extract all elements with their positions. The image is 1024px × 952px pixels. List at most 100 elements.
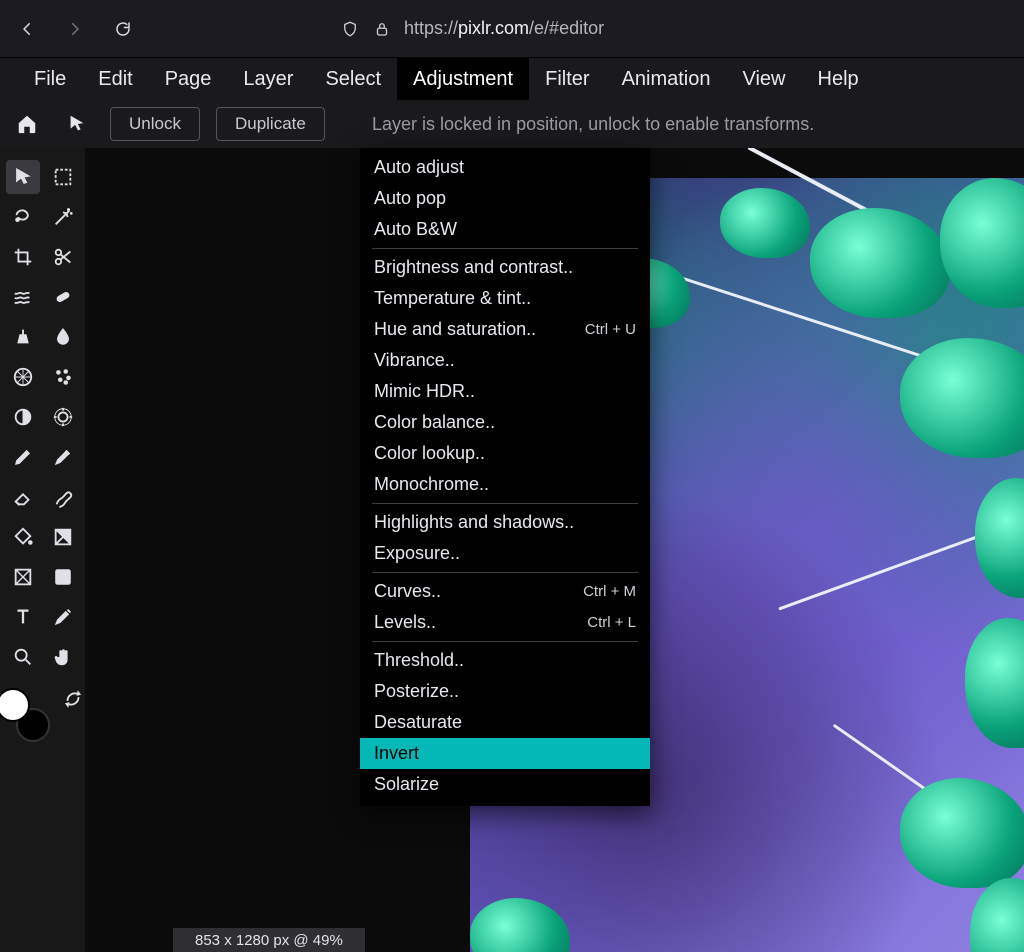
menuitem-label: Posterize.. (374, 681, 459, 702)
forward-button[interactable] (62, 16, 88, 42)
menuitem-label: Solarize (374, 774, 439, 795)
menuitem-label: Curves.. (374, 581, 441, 602)
tool-zoom[interactable] (6, 640, 40, 674)
tool-gradient[interactable] (46, 520, 80, 554)
menuitem-shortcut: Ctrl + U (585, 321, 636, 338)
tool-paint[interactable] (46, 480, 80, 514)
menuitem-highlights-and-shadows[interactable]: Highlights and shadows.. (360, 507, 650, 538)
menuitem-hue-and-saturation[interactable]: Hue and saturation.. Ctrl + U (360, 314, 650, 345)
menuitem-solarize[interactable]: Solarize (360, 769, 650, 800)
status-text: 853 x 1280 px @ 49% (195, 932, 343, 949)
menu-filter[interactable]: Filter (529, 58, 605, 100)
menu-separator (372, 572, 638, 573)
tool-pixelate[interactable] (6, 360, 40, 394)
tool-disperse[interactable] (46, 360, 80, 394)
tool-fill[interactable] (6, 520, 40, 554)
menuitem-label: Temperature & tint.. (374, 288, 531, 309)
adjustment-menu: Auto adjust Auto pop Auto B&W Brightness an… (360, 148, 650, 806)
tool-hand[interactable] (46, 640, 80, 674)
tool-dodge[interactable] (6, 400, 40, 434)
menuitem-label: Color balance.. (374, 412, 495, 433)
menuitem-label: Brightness and contrast.. (374, 257, 573, 278)
menu-help[interactable]: Help (802, 58, 875, 100)
menuitem-invert[interactable]: Invert (360, 738, 650, 769)
menuitem-label: Auto adjust (374, 157, 464, 178)
duplicate-button[interactable]: Duplicate (216, 107, 325, 141)
menuitem-desaturate[interactable]: Desaturate (360, 707, 650, 738)
tool-sharpen[interactable] (46, 400, 80, 434)
app-menubar: FileEditPageLayerSelectAdjustmentFilterA… (0, 58, 1024, 100)
menu-edit[interactable]: Edit (82, 58, 148, 100)
tool-sidebar (0, 148, 85, 952)
browser-chrome: https://pixlr.com/e/#editor (0, 0, 1024, 58)
unlock-button[interactable]: Unlock (110, 107, 200, 141)
tool-shape[interactable] (6, 560, 40, 594)
tool-brush[interactable] (46, 440, 80, 474)
tool-frame[interactable] (46, 560, 80, 594)
menuitem-color-lookup[interactable]: Color lookup.. (360, 438, 650, 469)
swatch-fg[interactable] (0, 688, 30, 722)
address-bar[interactable]: https://pixlr.com/e/#editor (340, 18, 1010, 39)
tool-text[interactable] (6, 600, 40, 634)
menuitem-label: Highlights and shadows.. (374, 512, 574, 533)
menuitem-levels[interactable]: Levels.. Ctrl + L (360, 607, 650, 638)
menuitem-color-balance[interactable]: Color balance.. (360, 407, 650, 438)
url-path: /e/#editor (529, 18, 604, 38)
menu-adjustment[interactable]: Adjustment (397, 58, 529, 100)
tool-arrow[interactable] (6, 160, 40, 194)
tool-eraser[interactable] (6, 480, 40, 514)
lock-icon (372, 19, 392, 39)
url-domain: pixlr.com (458, 18, 529, 38)
reload-button[interactable] (110, 16, 136, 42)
color-swatches[interactable] (0, 688, 50, 742)
cursor-button[interactable] (60, 107, 94, 141)
menuitem-auto-b-w[interactable]: Auto B&W (360, 214, 650, 245)
tool-blur[interactable] (46, 320, 80, 354)
menuitem-brightness-and-contrast[interactable]: Brightness and contrast.. (360, 252, 650, 283)
menuitem-label: Color lookup.. (374, 443, 485, 464)
menuitem-label: Monochrome.. (374, 474, 489, 495)
tool-crop[interactable] (6, 240, 40, 274)
menu-separator (372, 641, 638, 642)
menuitem-shortcut: Ctrl + L (587, 614, 636, 631)
tool-heal[interactable] (46, 280, 80, 314)
menuitem-label: Levels.. (374, 612, 436, 633)
menuitem-posterize[interactable]: Posterize.. (360, 676, 650, 707)
tool-clone[interactable] (6, 320, 40, 354)
menuitem-curves[interactable]: Curves.. Ctrl + M (360, 576, 650, 607)
home-button[interactable] (10, 107, 44, 141)
menuitem-label: Threshold.. (374, 650, 464, 671)
menuitem-exposure[interactable]: Exposure.. (360, 538, 650, 569)
menu-file[interactable]: File (18, 58, 82, 100)
menuitem-vibrance[interactable]: Vibrance.. (360, 345, 650, 376)
menuitem-label: Invert (374, 743, 419, 764)
menuitem-label: Exposure.. (374, 543, 460, 564)
menu-animation[interactable]: Animation (606, 58, 727, 100)
url-prefix: https:// (404, 18, 458, 38)
menu-select[interactable]: Select (309, 58, 397, 100)
tool-wand[interactable] (46, 200, 80, 234)
menu-view[interactable]: View (727, 58, 802, 100)
menu-layer[interactable]: Layer (227, 58, 309, 100)
menuitem-threshold[interactable]: Threshold.. (360, 645, 650, 676)
tool-liquify[interactable] (6, 280, 40, 314)
menuitem-temperature-tint[interactable]: Temperature & tint.. (360, 283, 650, 314)
menuitem-auto-adjust[interactable]: Auto adjust (360, 152, 650, 183)
status-bar: 853 x 1280 px @ 49% (173, 928, 365, 952)
tool-lasso[interactable] (6, 200, 40, 234)
back-button[interactable] (14, 16, 40, 42)
menuitem-label: Hue and saturation.. (374, 319, 536, 340)
menu-separator (372, 503, 638, 504)
menuitem-shortcut: Ctrl + M (583, 583, 636, 600)
menuitem-auto-pop[interactable]: Auto pop (360, 183, 650, 214)
menuitem-monochrome[interactable]: Monochrome.. (360, 469, 650, 500)
tool-marquee[interactable] (46, 160, 80, 194)
options-toolbar: Unlock Duplicate Layer is locked in posi… (0, 100, 1024, 148)
menu-page[interactable]: Page (149, 58, 228, 100)
menuitem-label: Auto pop (374, 188, 446, 209)
tool-scissors[interactable] (46, 240, 80, 274)
menuitem-label: Vibrance.. (374, 350, 455, 371)
menuitem-mimic-hdr[interactable]: Mimic HDR.. (360, 376, 650, 407)
tool-eyedropper[interactable] (46, 600, 80, 634)
tool-pen[interactable] (6, 440, 40, 474)
